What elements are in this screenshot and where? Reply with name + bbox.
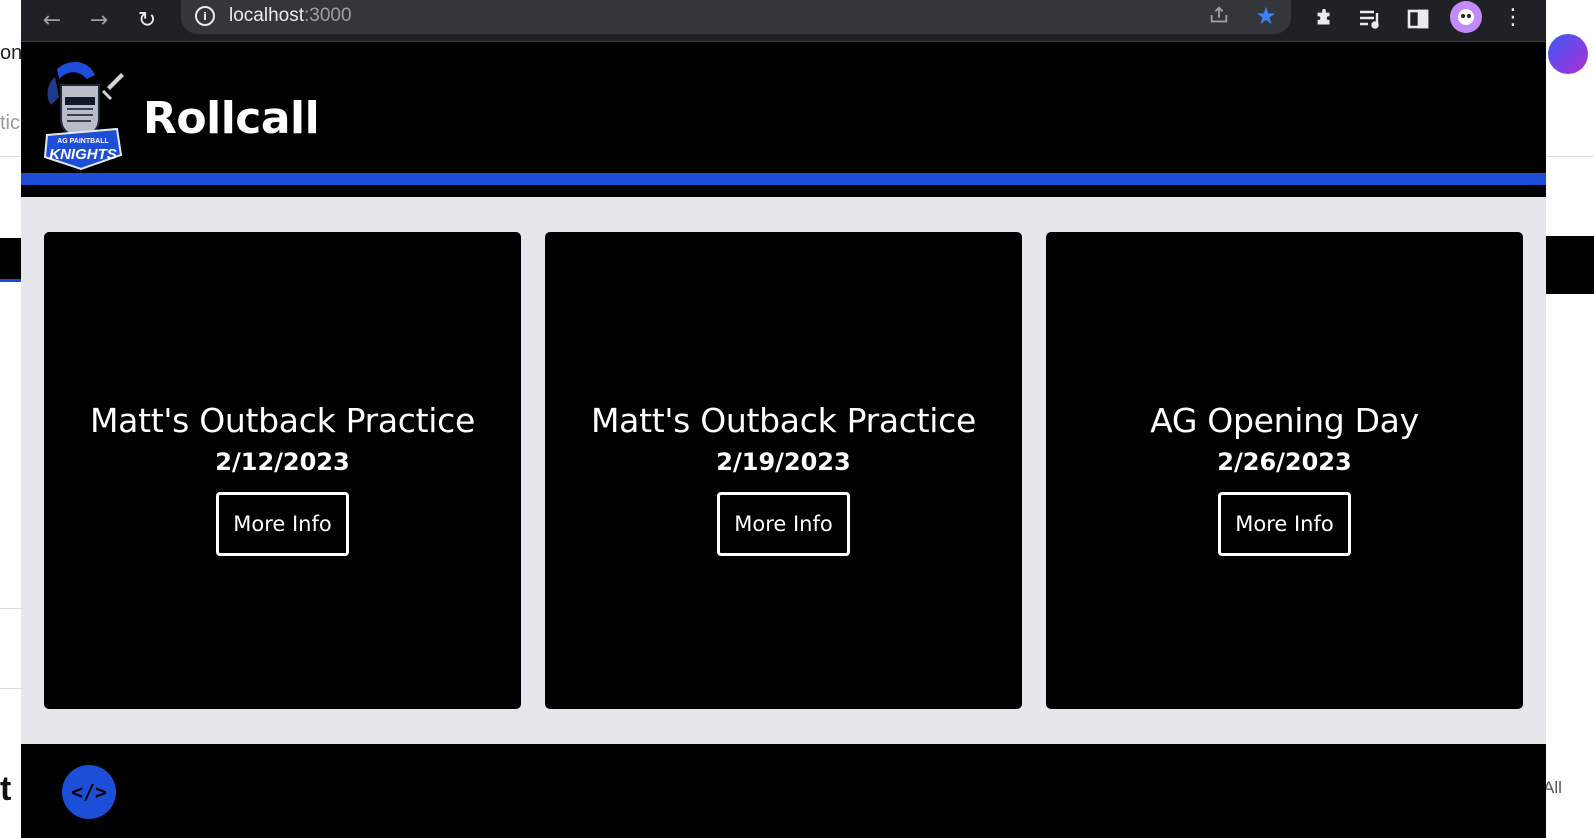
bookmark-star-icon[interactable]: ★ (1253, 2, 1279, 30)
web-page: AG PAINTBALL KNIGHTS Rollcall Matt's Out… (21, 43, 1546, 838)
svg-text:AG PAINTBALL: AG PAINTBALL (57, 138, 109, 145)
background-divider (0, 688, 21, 689)
profile-avatar[interactable] (1450, 1, 1482, 33)
browser-toolbar: ← → ↻ i localhost:3000 ★ ⋮ (21, 0, 1546, 42)
event-date: 2/19/2023 (716, 448, 851, 476)
event-card: Matt's Outback Practice 2/12/2023 More I… (44, 232, 521, 709)
media-queue-icon[interactable] (1355, 4, 1385, 34)
side-panel-icon[interactable] (1403, 4, 1433, 34)
url-port: :3000 (304, 5, 352, 26)
site-footer: </> (21, 744, 1546, 838)
background-panel (1546, 236, 1594, 294)
background-divider (1546, 156, 1594, 157)
extensions-puzzle-icon[interactable] (1309, 4, 1339, 34)
info-icon[interactable]: i (195, 6, 215, 26)
browser-window: ← → ↻ i localhost:3000 ★ ⋮ AG PAINTBALL … (21, 0, 1546, 838)
event-date: 2/26/2023 (1217, 448, 1352, 476)
url-text[interactable]: localhost:3000 (229, 5, 352, 27)
url-host: localhost (229, 5, 304, 26)
background-heading: t (0, 770, 12, 808)
back-arrow-icon[interactable]: ← (36, 4, 68, 36)
background-text: tic (0, 112, 20, 134)
event-title: Matt's Outback Practice (591, 401, 976, 440)
more-info-button[interactable]: More Info (1218, 492, 1351, 556)
event-title: AG Opening Day (1150, 401, 1419, 440)
events-grid: Matt's Outback Practice 2/12/2023 More I… (21, 197, 1546, 744)
share-icon[interactable] (1207, 4, 1231, 28)
more-info-button[interactable]: More Info (717, 492, 850, 556)
address-bar[interactable]: i localhost:3000 ★ (181, 0, 1291, 34)
event-card: AG Opening Day 2/26/2023 More Info (1046, 232, 1523, 709)
background-divider (0, 156, 21, 157)
background-text: on (0, 42, 23, 64)
site-title: Rollcall (143, 93, 320, 144)
reload-icon[interactable]: ↻ (131, 4, 163, 36)
background-divider (0, 608, 21, 609)
event-date: 2/12/2023 (215, 448, 350, 476)
background-avatar (1548, 34, 1588, 74)
event-title: Matt's Outback Practice (90, 401, 475, 440)
background-panel (0, 238, 21, 282)
svg-text:KNIGHTS: KNIGHTS (49, 146, 117, 163)
more-info-button[interactable]: More Info (216, 492, 349, 556)
site-header: AG PAINTBALL KNIGHTS Rollcall (21, 43, 1546, 185)
more-menu-icon[interactable]: ⋮ (1501, 4, 1525, 32)
knights-logo[interactable]: AG PAINTBALL KNIGHTS (37, 57, 127, 173)
code-button[interactable]: </> (62, 765, 116, 819)
forward-arrow-icon[interactable]: → (83, 4, 115, 36)
event-card: Matt's Outback Practice 2/19/2023 More I… (545, 232, 1022, 709)
profile-face-icon (1458, 9, 1474, 25)
